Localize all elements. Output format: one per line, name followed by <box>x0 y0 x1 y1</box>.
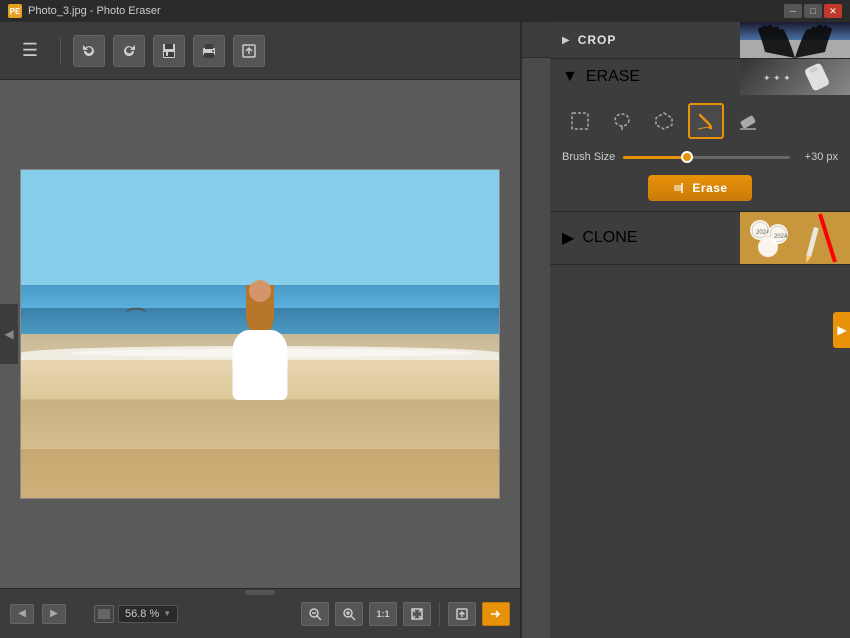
prev-image-button[interactable]: ◀ <box>10 604 34 624</box>
erase-button-row: Erase <box>550 171 850 211</box>
erase-section-header[interactable]: ▼ ERASE ✦ ✦ ✦ <box>550 59 850 95</box>
erase-button[interactable]: Erase <box>648 175 751 201</box>
brush-size-slider[interactable] <box>623 156 790 159</box>
clone-arrow-icon: ▶ <box>562 228 574 248</box>
zoom-percentage: 56.8 % <box>125 608 159 620</box>
crop-label: CROP <box>578 33 617 47</box>
brush-size-row: Brush Size +30 px <box>550 147 850 171</box>
canvas-area: ◀ <box>0 80 520 588</box>
erase-label: ERASE <box>586 68 640 86</box>
girl-body <box>233 330 288 400</box>
close-button[interactable]: ✕ <box>824 4 842 18</box>
crop-hands-svg <box>740 22 850 58</box>
panel-expand-arrow[interactable]: ▶ <box>833 312 850 348</box>
polygon-lasso-tool[interactable] <box>646 103 682 139</box>
brush-size-label: Brush Size <box>562 151 615 163</box>
export2-button[interactable] <box>448 602 476 626</box>
title-bar-text: PE Photo_3.jpg - Photo Eraser <box>8 4 161 18</box>
brush-slider-knob <box>681 151 693 163</box>
zoom-out-button[interactable] <box>301 602 329 626</box>
svg-text:✦ ✦ ✦: ✦ ✦ ✦ <box>763 73 791 83</box>
menu-button[interactable]: ☰ <box>12 35 48 67</box>
crop-section: ▶ CROP <box>550 22 850 59</box>
minimize-button[interactable]: ─ <box>784 4 802 18</box>
tools-row <box>550 95 850 147</box>
erase-bottle-svg: ✦ ✦ ✦ <box>758 61 848 93</box>
clone-thumbnail: 2024 2024 <box>740 212 850 264</box>
vertical-separator <box>520 22 522 638</box>
app-icon: PE <box>8 4 22 18</box>
window-controls: ─ □ ✕ <box>784 4 842 18</box>
erase-button-label: Erase <box>692 181 727 195</box>
status-bar: ◀ ▶ 56.8 % ▼ 1:1 <box>0 588 520 638</box>
clone-section-header[interactable]: ▶ CLONE 2024 2024 <box>550 212 850 264</box>
svg-text:2024: 2024 <box>756 230 770 236</box>
toolbar: ☰ <box>0 22 520 80</box>
maximize-button[interactable]: □ <box>804 4 822 18</box>
brush-tool[interactable] <box>688 103 724 139</box>
status-separator <box>439 602 440 626</box>
reset-zoom-button[interactable]: 1:1 <box>369 602 397 626</box>
girl-figure <box>225 280 295 400</box>
zoom-dropdown-arrow: ▼ <box>163 609 171 618</box>
right-panel: ▶ CROP ▼ ERASE <box>550 22 850 638</box>
zoom-in-button[interactable] <box>335 602 363 626</box>
photo-container <box>20 169 500 499</box>
next-image-button[interactable]: ▶ <box>42 604 66 624</box>
crop-section-header[interactable]: ▶ CROP <box>550 22 850 58</box>
scroll-indicator <box>245 590 275 595</box>
erase-arrow-icon: ▼ <box>562 68 578 86</box>
crop-arrow-icon: ▶ <box>562 35 570 46</box>
svg-text:2024: 2024 <box>774 234 788 240</box>
crop-thumbnail <box>740 22 850 58</box>
seagull <box>126 308 146 316</box>
rect-select-tool[interactable] <box>562 103 598 139</box>
zoom-value-display[interactable]: 56.8 % ▼ <box>118 605 178 623</box>
photo-background <box>21 170 499 498</box>
erase-section: ▼ ERASE ✦ ✦ ✦ <box>550 59 850 212</box>
girl-head <box>249 280 271 302</box>
view-controls: 1:1 <box>301 602 510 626</box>
thumbnail-icon <box>94 605 114 623</box>
clone-bg-art: 2024 2024 <box>740 212 850 264</box>
export-button[interactable] <box>233 35 265 67</box>
clone-divider <box>550 264 850 265</box>
erase-thumbnail: ✦ ✦ ✦ <box>740 59 850 95</box>
redo-button[interactable] <box>113 35 145 67</box>
reset-zoom-label: 1:1 <box>376 609 389 619</box>
crop-bg-art <box>740 22 850 58</box>
print-button[interactable] <box>193 35 225 67</box>
window-title: Photo_3.jpg - Photo Eraser <box>28 5 161 17</box>
clone-art-svg: 2024 2024 <box>740 212 850 264</box>
title-bar: PE Photo_3.jpg - Photo Eraser ─ □ ✕ <box>0 0 850 22</box>
zoom-controls: 56.8 % ▼ <box>94 605 178 623</box>
brush-size-value: +30 px <box>798 151 838 163</box>
clone-section: ▶ CLONE 2024 2024 <box>550 212 850 265</box>
erase-bg-art: ✦ ✦ ✦ <box>740 59 850 95</box>
clone-label: CLONE <box>582 229 637 247</box>
canvas-inner <box>0 80 520 588</box>
eraser-tool[interactable] <box>730 103 766 139</box>
toolbar-separator-1 <box>60 37 61 65</box>
undo-button[interactable] <box>73 35 105 67</box>
finish-button[interactable] <box>482 602 510 626</box>
panel-arrow-icon: ▶ <box>837 323 846 337</box>
save-button[interactable] <box>153 35 185 67</box>
fit-view-button[interactable] <box>403 602 431 626</box>
lasso-select-tool[interactable] <box>604 103 640 139</box>
